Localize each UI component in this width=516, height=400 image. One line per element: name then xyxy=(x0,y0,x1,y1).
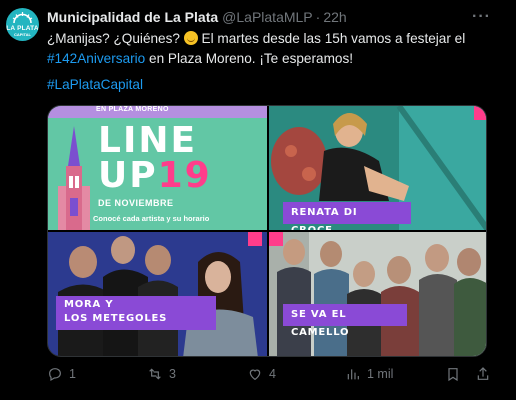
poster-cta: Conocé cada artista y su horario xyxy=(93,214,210,223)
artist-label-mora: MORA Y LOS METEGOLES xyxy=(56,296,216,330)
cathedral-illustration-icon xyxy=(58,126,90,230)
share-icon xyxy=(477,367,489,380)
media-tile-camello[interactable]: SE VA EL CAMELLO xyxy=(269,232,486,356)
media-tile-mora[interactable]: MORA Y LOS METEGOLES xyxy=(48,232,267,356)
reply-icon xyxy=(49,368,61,382)
artist-label-renata: RENATA DI CROCE xyxy=(283,202,411,230)
hashtag-link[interactable]: #142Aniversario xyxy=(47,51,145,66)
heart-icon xyxy=(249,369,261,381)
views-bar-chart-icon xyxy=(347,369,359,380)
poster-strip-text: EN PLAZA MORENO xyxy=(96,106,169,113)
accent-shape xyxy=(248,232,262,246)
share-button[interactable] xyxy=(475,366,491,382)
tweet-header: Municipalidad de La Plata @LaPlataMLP · … xyxy=(47,9,347,25)
media-tile-renata[interactable]: RENATA DI CROCE xyxy=(269,106,486,230)
tweet-card[interactable]: LA PLATA CAPITAL Municipalidad de La Pla… xyxy=(0,0,516,400)
views-count: 1 mil xyxy=(367,367,394,381)
like-button[interactable]: 4 xyxy=(247,366,276,382)
repost-icon xyxy=(149,368,161,380)
poster-date-number: 19 xyxy=(157,155,212,196)
poster-title-up: UP xyxy=(98,155,158,196)
tweet-text-part: en Plaza Moreno. ¡Te esperamos! xyxy=(145,51,354,66)
poster-title-line2: UP19 xyxy=(98,155,212,196)
media-tile-lineup[interactable]: EN PLAZA MORENO LINE UP19 DE NOVIEMBRE C… xyxy=(48,106,267,230)
separator: · xyxy=(315,9,321,25)
accent-shape xyxy=(269,232,283,246)
author-handle[interactable]: @LaPlataMLP xyxy=(222,9,312,25)
bookmark-icon xyxy=(448,368,458,382)
repost-count: 3 xyxy=(169,367,176,381)
artist-label-line: LOS METEGOLES xyxy=(64,313,168,324)
poster-date-text: DE NOVIEMBRE xyxy=(98,198,174,208)
views-button[interactable]: 1 mil xyxy=(345,366,393,382)
avatar-logo-text: LA PLATA xyxy=(6,25,39,32)
repost-button[interactable]: 3 xyxy=(147,366,176,382)
tweet-text-part: El martes desde las 15h vamos a festejar… xyxy=(197,31,466,46)
more-options-icon[interactable]: ··· xyxy=(472,8,491,26)
smiling-face-icon xyxy=(183,31,198,45)
artist-label-camello: SE VA EL CAMELLO xyxy=(283,304,407,338)
reply-count: 1 xyxy=(69,367,76,381)
avatar[interactable]: LA PLATA CAPITAL xyxy=(6,8,39,41)
timestamp[interactable]: 22h xyxy=(323,9,346,25)
author-name[interactable]: Municipalidad de La Plata xyxy=(47,9,218,25)
bookmark-button[interactable] xyxy=(445,366,461,382)
accent-shape xyxy=(474,106,486,120)
tweet-text-part: ¿Manijas? ¿Quiénes? xyxy=(47,31,184,46)
sun-logo-icon xyxy=(12,12,33,24)
artist-photo-mora xyxy=(48,232,267,356)
tweet-actions: 1 3 4 1 mil xyxy=(47,366,497,386)
hashtag-line: #LaPlataCapital xyxy=(47,77,143,92)
media-grid: EN PLAZA MORENO LINE UP19 DE NOVIEMBRE C… xyxy=(47,105,487,357)
like-count: 4 xyxy=(269,367,276,381)
hashtag-link[interactable]: #LaPlataCapital xyxy=(47,77,143,92)
avatar-logo-subtext: CAPITAL xyxy=(13,32,32,37)
artist-label-line: MORA Y xyxy=(64,299,114,310)
tweet-text: ¿Manijas? ¿Quiénes? El martes desde las … xyxy=(47,29,497,69)
reply-button[interactable]: 1 xyxy=(47,366,76,382)
